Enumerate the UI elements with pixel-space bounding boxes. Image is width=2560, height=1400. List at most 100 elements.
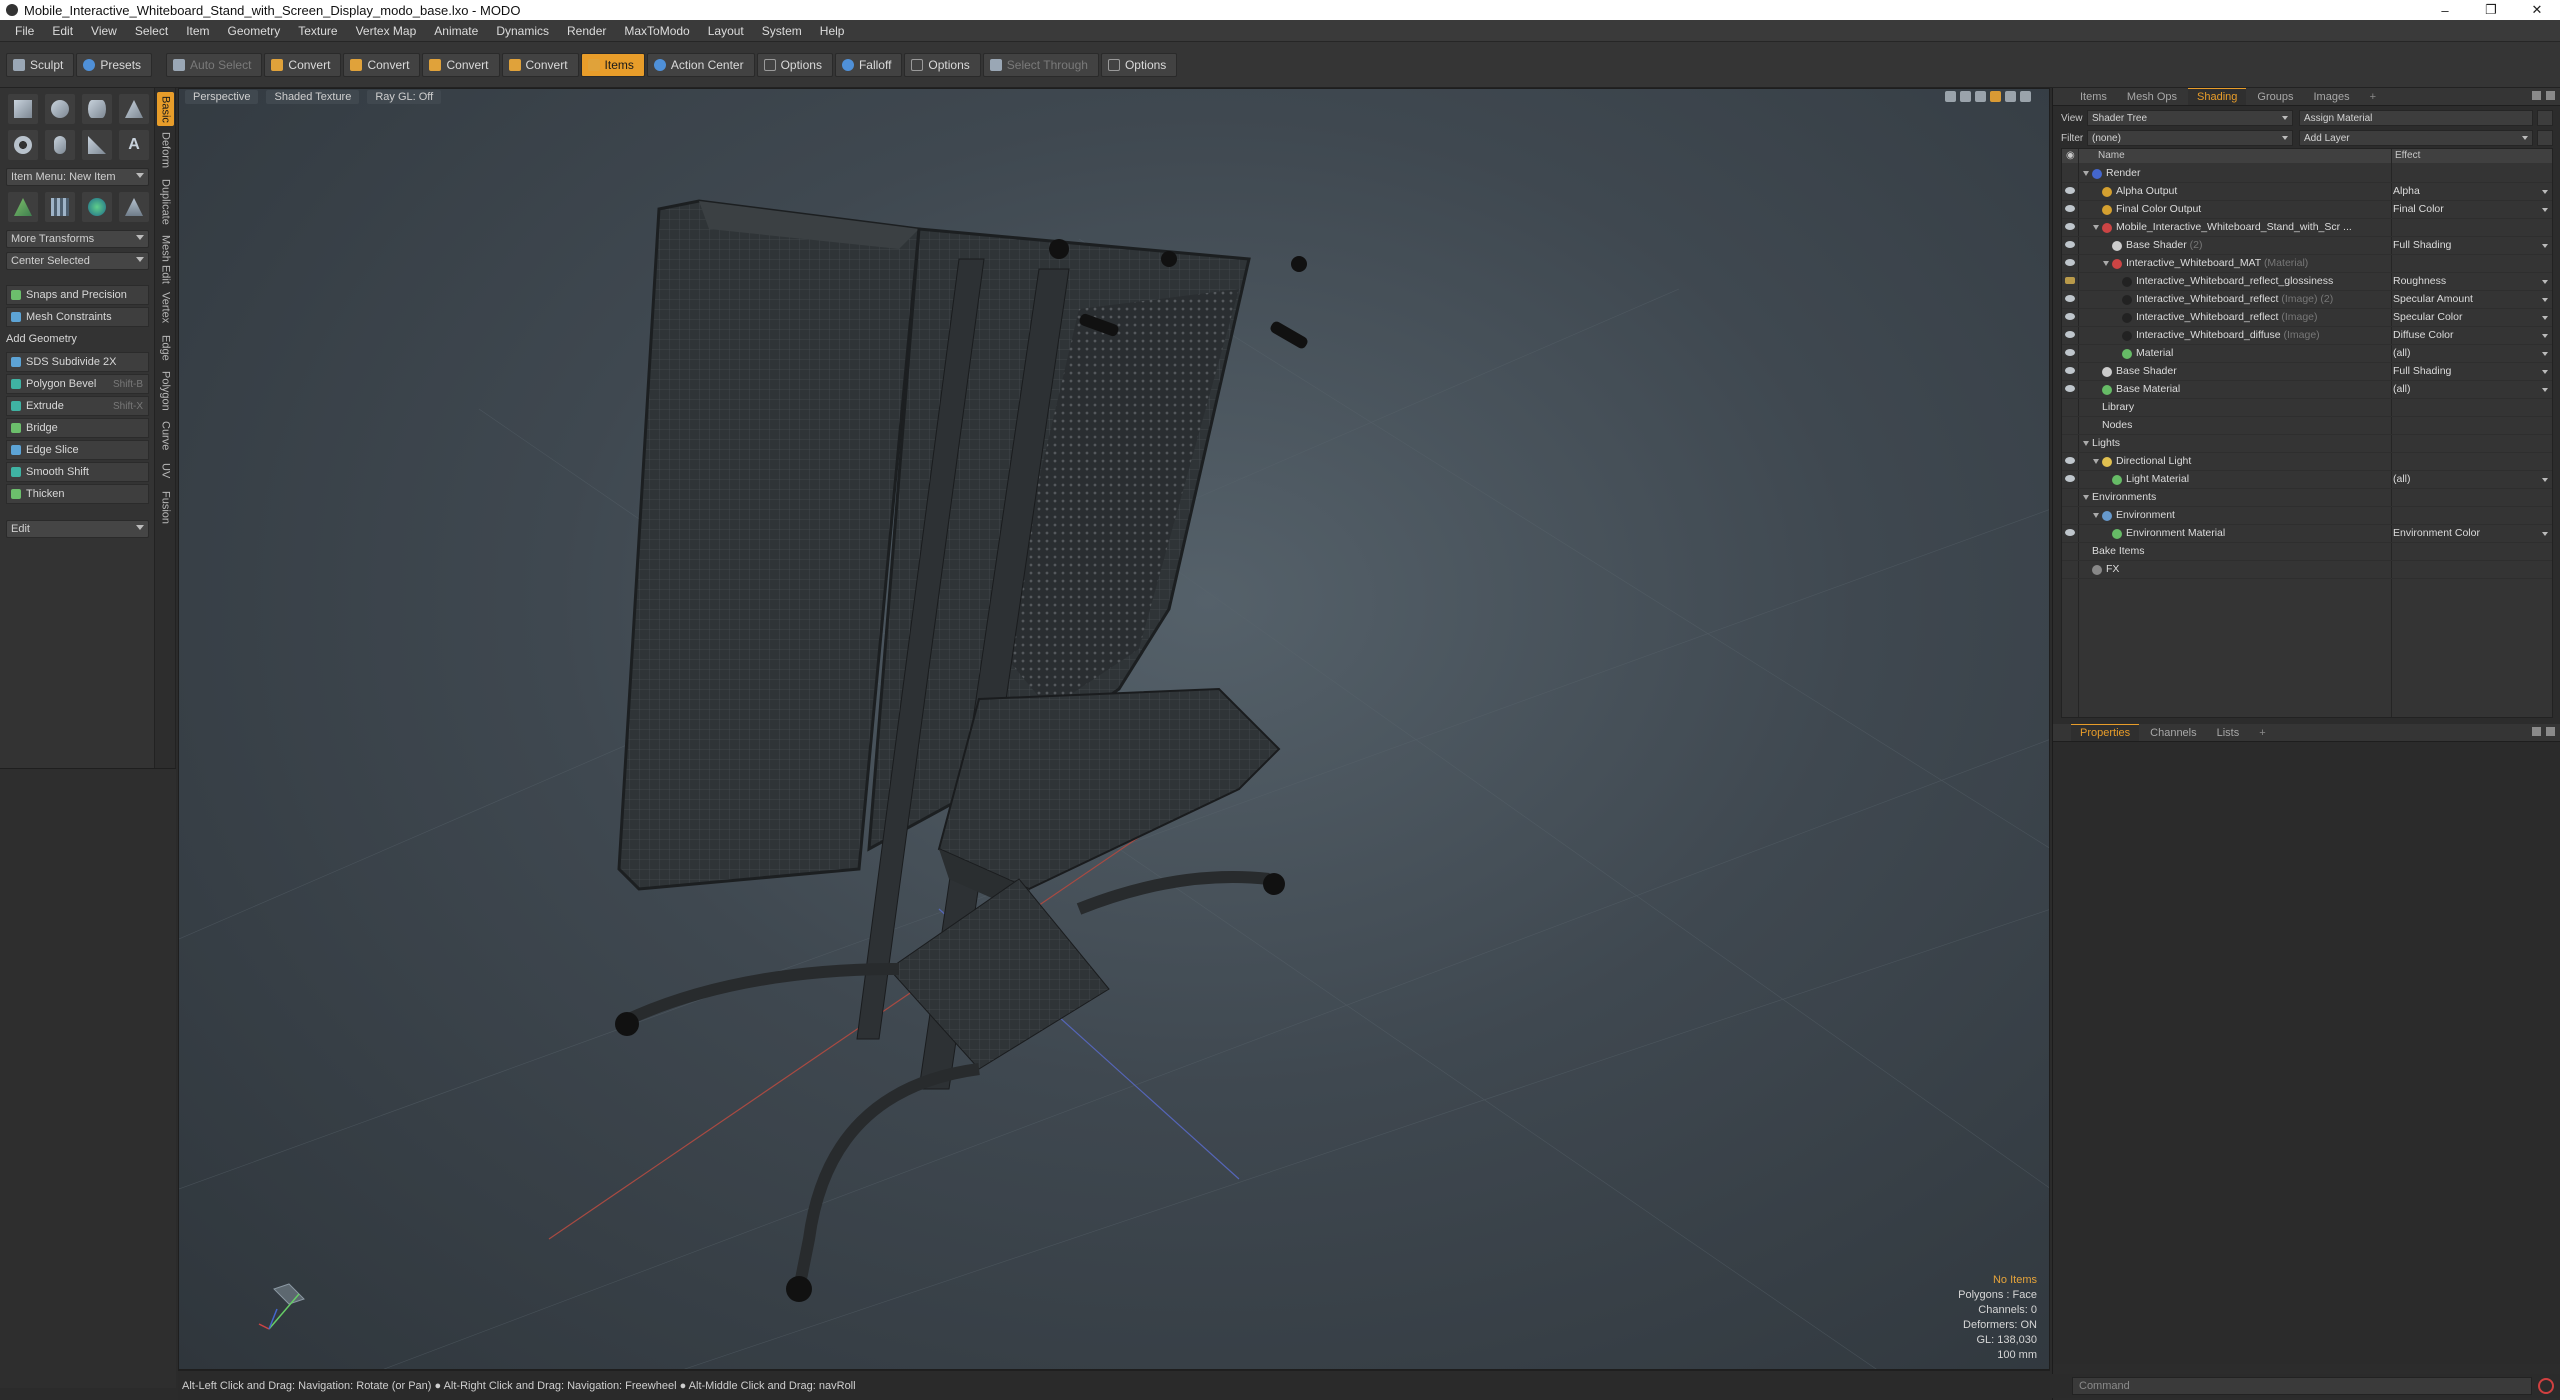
menu-vertex-map[interactable]: Vertex Map bbox=[347, 24, 426, 38]
tree-row[interactable]: Bake Items bbox=[2062, 543, 2552, 561]
add-geometry-header[interactable]: Add Geometry bbox=[6, 333, 77, 345]
action-center-button[interactable]: Action Center bbox=[646, 52, 755, 77]
tree-row[interactable]: Material (all) bbox=[2062, 345, 2552, 363]
tab-images[interactable]: Images bbox=[2305, 89, 2359, 105]
tab-lists[interactable]: Lists bbox=[2208, 725, 2249, 741]
pen-tool[interactable] bbox=[8, 192, 38, 222]
expand-arrow-icon[interactable] bbox=[2083, 441, 2089, 446]
menu-texture[interactable]: Texture bbox=[289, 24, 346, 38]
effect-value[interactable]: (all) bbox=[2393, 347, 2411, 359]
gear-icon[interactable] bbox=[2546, 91, 2555, 100]
menu-file[interactable]: File bbox=[6, 24, 43, 38]
globe-tool[interactable] bbox=[82, 192, 112, 222]
menu-dynamics[interactable]: Dynamics bbox=[487, 24, 558, 38]
chevron-down-icon[interactable] bbox=[2542, 208, 2548, 212]
chevron-down-icon[interactable] bbox=[2542, 190, 2548, 194]
tree-row[interactable]: Render bbox=[2062, 165, 2552, 183]
assign-material-button[interactable]: Assign Material bbox=[2299, 110, 2533, 126]
effect-value[interactable]: Specular Amount bbox=[2393, 293, 2473, 305]
expand-arrow-icon[interactable] bbox=[2093, 225, 2099, 230]
minimize-button[interactable]: – bbox=[2422, 0, 2468, 20]
tab-mesh-ops[interactable]: Mesh Ops bbox=[2118, 89, 2186, 105]
grid-tool[interactable] bbox=[45, 192, 75, 222]
chevron-down-icon[interactable] bbox=[2542, 352, 2548, 356]
fit-icon[interactable] bbox=[1990, 91, 2001, 102]
tree-row[interactable]: Base Shader Full Shading bbox=[2062, 363, 2552, 381]
visibility-eye-icon[interactable] bbox=[2065, 259, 2075, 266]
convert-polygons-button[interactable]: Convert bbox=[422, 52, 500, 77]
tab-shading[interactable]: Shading bbox=[2188, 88, 2247, 105]
visibility-eye-icon[interactable] bbox=[2065, 367, 2075, 374]
f-button[interactable] bbox=[2537, 110, 2553, 126]
cube-tool[interactable] bbox=[8, 94, 38, 124]
extrude-button[interactable]: Extrude Shift-X bbox=[6, 396, 149, 416]
menu-system[interactable]: System bbox=[753, 24, 811, 38]
tree-row[interactable]: Directional Light bbox=[2062, 453, 2552, 471]
tab-channels[interactable]: Channels bbox=[2141, 725, 2205, 741]
zoom-icon[interactable] bbox=[1975, 91, 1986, 102]
effect-value[interactable]: Full Shading bbox=[2393, 239, 2451, 251]
add-layer-dropdown[interactable]: Add Layer bbox=[2299, 130, 2533, 146]
visibility-eye-icon[interactable] bbox=[2065, 241, 2075, 248]
mesh-constraints-button[interactable]: Mesh Constraints bbox=[6, 307, 149, 327]
command-input[interactable]: Command bbox=[2072, 1377, 2532, 1395]
visibility-eye-icon[interactable] bbox=[2065, 457, 2075, 464]
tree-row[interactable]: Lights bbox=[2062, 435, 2552, 453]
chevron-down-icon[interactable] bbox=[2542, 478, 2548, 482]
vtab-basic[interactable]: Basic bbox=[157, 92, 174, 126]
snaps-button[interactable]: Snaps and Precision bbox=[6, 285, 149, 305]
text-tool[interactable]: A bbox=[119, 130, 149, 160]
visibility-eye-icon[interactable] bbox=[2065, 205, 2075, 212]
tree-row[interactable]: Mobile_Interactive_Whiteboard_Stand_with… bbox=[2062, 219, 2552, 237]
vtab-duplicate[interactable]: Duplicate bbox=[157, 174, 174, 230]
menu-select[interactable]: Select bbox=[126, 24, 177, 38]
edit-dropdown[interactable]: Edit bbox=[6, 520, 149, 538]
expand-icon[interactable] bbox=[2532, 727, 2541, 736]
effect-column-header[interactable]: Effect bbox=[2395, 150, 2420, 161]
expand-arrow-icon[interactable] bbox=[2093, 459, 2099, 464]
tree-row[interactable]: Environment bbox=[2062, 507, 2552, 525]
capsule-tool[interactable] bbox=[45, 130, 75, 160]
visibility-eye-icon[interactable] bbox=[2065, 223, 2075, 230]
tab-groups[interactable]: Groups bbox=[2248, 89, 2302, 105]
chevron-down-icon[interactable] bbox=[2542, 280, 2548, 284]
presets-button[interactable]: Presets bbox=[76, 52, 153, 77]
tree-row[interactable]: Base Material (all) bbox=[2062, 381, 2552, 399]
name-column-header[interactable]: Name bbox=[2098, 150, 2125, 161]
vtab-mesh-edit[interactable]: Mesh Edit bbox=[157, 234, 174, 284]
cone-tool[interactable] bbox=[119, 94, 149, 124]
tab-items[interactable]: Items bbox=[2071, 89, 2116, 105]
bridge-button[interactable]: Bridge bbox=[6, 418, 149, 438]
visibility-eye-icon[interactable] bbox=[2065, 187, 2075, 194]
menu-geometry[interactable]: Geometry bbox=[219, 24, 290, 38]
effect-value[interactable]: Full Shading bbox=[2393, 365, 2451, 377]
gear-icon[interactable] bbox=[2005, 91, 2016, 102]
menu-item[interactable]: Item bbox=[177, 24, 218, 38]
item-menu-dropdown[interactable]: Item Menu: New Item bbox=[6, 168, 149, 186]
visibility-eye-icon[interactable] bbox=[2065, 475, 2075, 482]
menu-maxtomodo[interactable]: MaxToModo bbox=[615, 24, 698, 38]
maximize-button[interactable]: ❐ bbox=[2468, 0, 2514, 20]
visibility-eye-icon[interactable] bbox=[2065, 529, 2075, 536]
menu-view[interactable]: View bbox=[82, 24, 126, 38]
perspective-tab[interactable]: Perspective bbox=[185, 90, 259, 104]
effect-value[interactable]: (all) bbox=[2393, 383, 2411, 395]
brush-icon[interactable] bbox=[2065, 277, 2075, 284]
falloff-button[interactable]: Falloff bbox=[834, 52, 903, 77]
tree-row[interactable]: Interactive_Whiteboard_reflect (Image) Sp… bbox=[2062, 309, 2552, 327]
options-button-3[interactable]: Options bbox=[1100, 52, 1178, 77]
expand-arrow-icon[interactable] bbox=[2083, 171, 2089, 176]
sds-subdivide-button[interactable]: SDS Subdivide 2X bbox=[6, 352, 149, 372]
tree-row[interactable]: Interactive_Whiteboard_reflect_glossines… bbox=[2062, 273, 2552, 291]
tab-properties[interactable]: Properties bbox=[2071, 724, 2140, 741]
vtab-deform[interactable]: Deform bbox=[157, 130, 174, 170]
visibility-eye-icon[interactable] bbox=[2065, 331, 2075, 338]
convert-edges-button[interactable]: Convert bbox=[343, 52, 421, 77]
vtab-uv[interactable]: UV bbox=[157, 458, 174, 484]
effect-value[interactable]: Roughness bbox=[2393, 275, 2446, 287]
gear-icon[interactable] bbox=[2546, 727, 2555, 736]
close-button[interactable]: ✕ bbox=[2514, 0, 2560, 20]
menu-render[interactable]: Render bbox=[558, 24, 615, 38]
visibility-eye-icon[interactable] bbox=[2065, 313, 2075, 320]
raygl-tab[interactable]: Ray GL: Off bbox=[367, 90, 442, 104]
